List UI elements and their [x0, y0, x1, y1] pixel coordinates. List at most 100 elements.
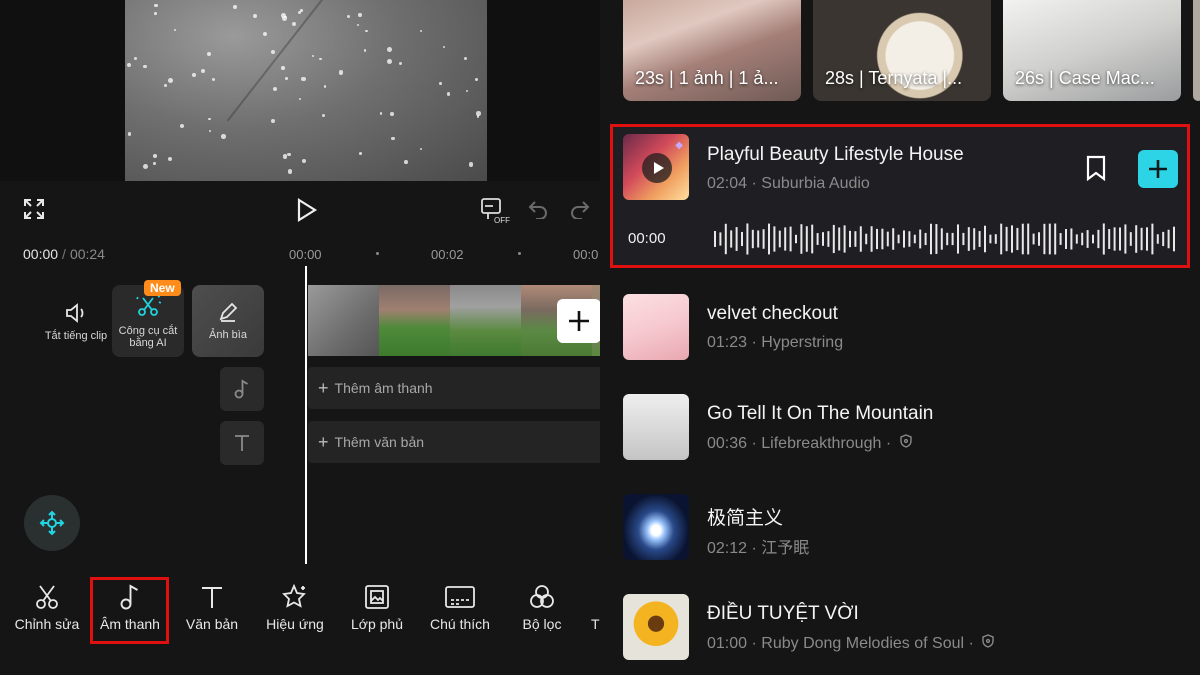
rain-drop [173, 28, 176, 31]
tool-overlay-label: Lớp phủ [350, 616, 403, 632]
list-item[interactable]: 极简主义 02:12 · 江予眠 [600, 480, 1200, 575]
video-editor-panel: OFF 00:00/00:24 00:00 00:02 00:0 Tắt tiế… [0, 0, 600, 675]
tool-edit-label: Chỉnh sửa [14, 616, 80, 632]
rain-drop [127, 62, 132, 67]
clip-thumbnail [308, 285, 379, 356]
tool-captions[interactable]: Chú thích [420, 578, 500, 642]
rain-drop [476, 115, 480, 118]
video-thumbnail[interactable]: 26s | Case Mac... [1003, 0, 1181, 101]
song-meta: 02:12 · 江予眠 [707, 534, 809, 558]
ruler-dot [518, 252, 521, 255]
meta-separator: · [751, 635, 757, 652]
rain-drop [281, 66, 285, 70]
rain-drop [167, 77, 173, 83]
rain-drop [192, 73, 196, 77]
rain-drop [358, 13, 362, 17]
video-thumbnail[interactable]: 23s | 1 ảnh | 1 ả... [623, 0, 801, 101]
song-duration: 02:12 [707, 540, 748, 557]
mute-clip-button[interactable]: Tắt tiếng clip [40, 286, 112, 358]
rain-drop [163, 83, 167, 87]
tool-filter[interactable]: Bộ lọc [502, 578, 582, 642]
tool-overlay[interactable]: Lớp phủ [337, 578, 417, 642]
rain-drop [201, 68, 206, 73]
video-thumbnail[interactable] [1193, 0, 1200, 101]
fullscreen-icon[interactable] [20, 195, 48, 223]
rain-drop [287, 169, 293, 174]
song-duration: 01:23 [707, 334, 748, 351]
rain-drop [211, 77, 216, 82]
tool-more[interactable]: T [580, 578, 600, 642]
song-meta: 01:23 · Hyperstring [707, 334, 843, 352]
svg-text:OFF: OFF [494, 216, 510, 225]
rain-drop [291, 21, 296, 27]
cover-image-label: Ảnh bìa [209, 329, 247, 341]
overlay-icon [363, 578, 391, 616]
audio-track-icon[interactable] [220, 367, 264, 411]
current-time: 00:00 [23, 246, 59, 262]
keyframe-off-icon[interactable]: OFF [478, 193, 512, 227]
rain-drop [282, 154, 287, 159]
meta-separator: · [751, 334, 757, 351]
tool-effects[interactable]: Hiệu ứng [255, 578, 335, 642]
rain-drop [154, 11, 157, 15]
cover-image-button[interactable]: Ảnh bìa [192, 285, 264, 357]
redo-icon[interactable] [567, 196, 593, 222]
video-preview[interactable] [125, 0, 487, 181]
rain-drop [285, 76, 288, 80]
video-thumbnail[interactable]: 28s | Ternyata |... [813, 0, 991, 101]
plus-icon: + [318, 431, 329, 452]
captions-icon [444, 578, 476, 616]
add-audio-track[interactable]: + Thêm âm thanh [308, 367, 600, 409]
song-title: 极简主义 [707, 508, 784, 529]
sparkle-star-icon [281, 578, 309, 616]
keyframe-move-button[interactable] [24, 495, 80, 551]
song-artist: Ruby Dong Melodies of Soul [761, 635, 965, 652]
add-clip-button[interactable] [557, 299, 600, 343]
undo-icon[interactable] [525, 196, 551, 222]
ai-scissors-icon [134, 293, 162, 319]
speaker-icon [64, 302, 88, 324]
ruler-mark: 00:02 [431, 247, 464, 262]
list-item[interactable]: velvet checkout 01:23 · Hyperstring [600, 280, 1200, 375]
timecode: 00:00/00:24 [23, 246, 105, 262]
rain-drop [270, 49, 276, 55]
album-cover [623, 594, 689, 660]
total-time: 00:24 [69, 246, 105, 262]
playhead[interactable] [305, 266, 307, 564]
plus-icon: + [318, 377, 329, 398]
rain-drop [220, 134, 226, 139]
song-duration: 00:36 [707, 435, 748, 452]
filter-icon [528, 578, 556, 616]
mute-clip-label: Tắt tiếng clip [44, 330, 108, 342]
rain-drop [272, 87, 277, 92]
text-track-icon[interactable] [220, 421, 264, 465]
song-title: velvet checkout [707, 303, 838, 324]
clip-thumbnail [379, 285, 450, 356]
add-text-track[interactable]: + Thêm văn bản [308, 421, 600, 463]
tool-text[interactable]: Văn bản [172, 578, 252, 642]
rain-drop [232, 5, 237, 9]
umbrella-fold [226, 0, 487, 181]
rain-drop [302, 158, 307, 163]
song-artist: Hyperstring [761, 334, 844, 351]
meta-separator: · [885, 435, 892, 452]
rain-drop [319, 57, 322, 61]
play-icon[interactable] [292, 195, 322, 225]
list-item[interactable]: ĐIỀU TUYỆT VỜI 01:00 · Ruby Dong Melodie… [600, 580, 1200, 675]
rain-drop [152, 153, 157, 158]
pencil-icon [217, 301, 239, 323]
rain-drop [386, 46, 392, 52]
ai-cutout-label: Công cụ cắt bằng AI [118, 325, 178, 349]
rain-drop [127, 132, 132, 136]
ruler-mark: 00:00 [289, 247, 322, 262]
rain-drop [446, 92, 450, 96]
song-title: ĐIỀU TUYỆT VỜI [707, 603, 859, 624]
album-cover [623, 394, 689, 460]
audio-tool-highlight [90, 577, 169, 644]
rain-drop [286, 152, 291, 157]
rain-drop [301, 76, 306, 82]
tool-filter-label: Bộ lọc [522, 616, 562, 632]
tool-edit[interactable]: Chỉnh sửa [7, 578, 87, 642]
list-item[interactable]: Go Tell It On The Mountain 00:36 · Lifeb… [600, 380, 1200, 475]
add-audio-label: Thêm âm thanh [334, 380, 433, 396]
